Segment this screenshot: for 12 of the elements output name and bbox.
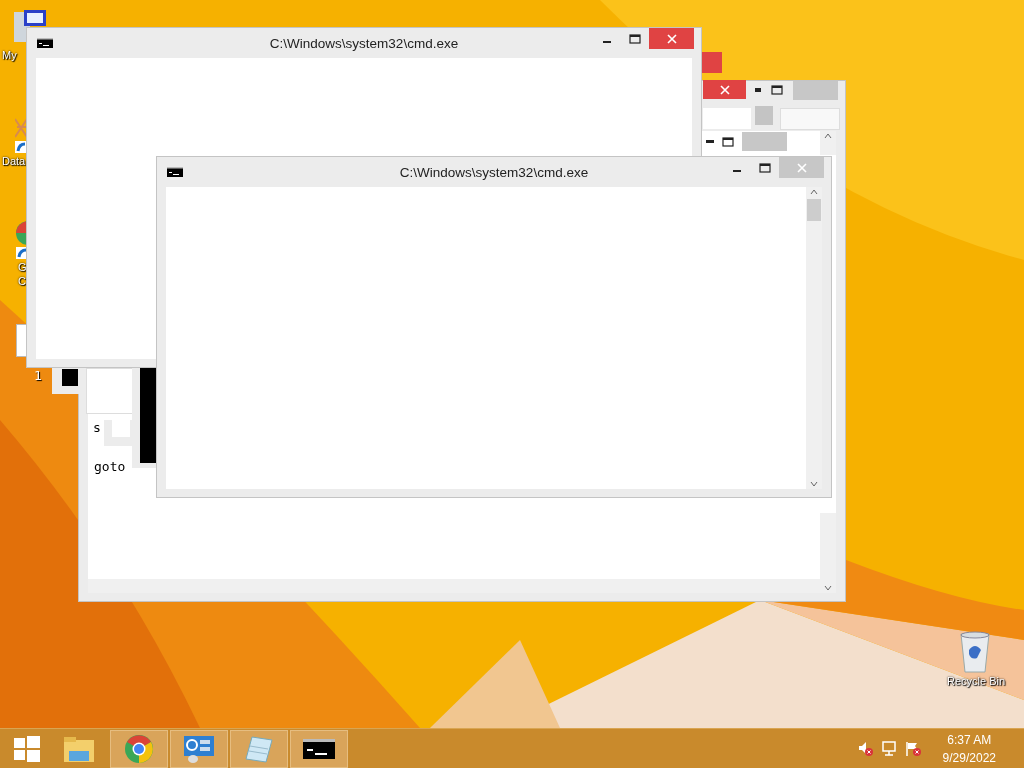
stray-text: 1 xyxy=(34,368,42,383)
desktop-icon-label[interactable]: G xyxy=(2,260,27,274)
window-title: C:\Windows\system32\cmd.exe xyxy=(398,164,590,180)
clock-date: 9/29/2022 xyxy=(942,749,996,767)
desktop-icon-label[interactable]: Data xyxy=(2,154,26,168)
clock[interactable]: 6:37 AM 9/29/2022 xyxy=(942,730,996,767)
window-title: C:\Windows\system32\cmd.exe xyxy=(268,35,460,51)
desktop-icon-label[interactable]: My xyxy=(2,48,17,62)
stray-text: s xyxy=(93,420,101,435)
desktop-icon-label[interactable]: C xyxy=(2,274,26,288)
clock-time: 6:37 AM xyxy=(947,731,992,749)
console-text: goto xyxy=(94,459,127,474)
